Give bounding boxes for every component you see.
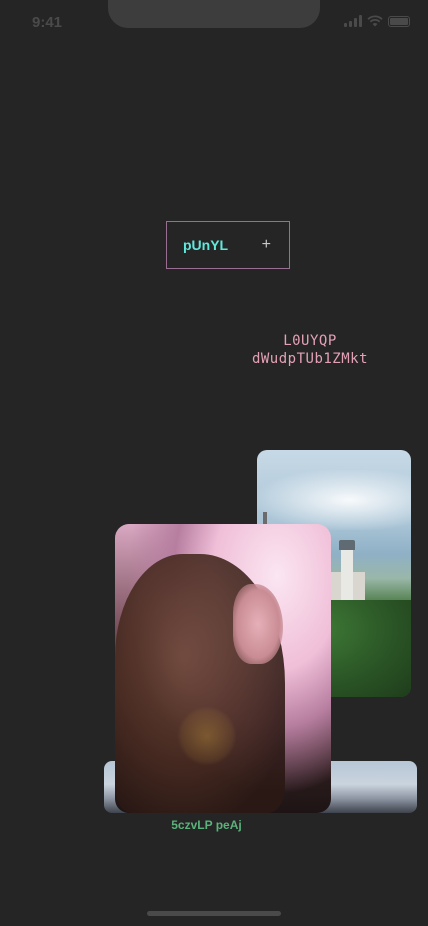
status-time: 9:41 bbox=[32, 14, 63, 31]
home-indicator[interactable] bbox=[147, 911, 281, 916]
notch bbox=[108, 0, 320, 28]
face bbox=[233, 584, 283, 664]
battery-icon bbox=[388, 16, 410, 27]
status-bar: 9:41 bbox=[0, 0, 428, 44]
lens-flare bbox=[177, 706, 237, 766]
info-text: L0UYQP dWudpTUb1ZMkt bbox=[222, 332, 398, 368]
status-icons bbox=[344, 15, 410, 27]
tag-chip[interactable]: pUnYL + bbox=[166, 221, 290, 269]
tag-label: pUnYL bbox=[183, 237, 229, 253]
info-text-line1: L0UYQP bbox=[283, 333, 337, 349]
clouds bbox=[257, 470, 411, 530]
signal-icon bbox=[344, 15, 362, 27]
castle-tower bbox=[339, 540, 355, 608]
wifi-icon bbox=[367, 15, 383, 27]
info-text-line2: dWudpTUb1ZMkt bbox=[251, 351, 369, 367]
portrait-photo[interactable] bbox=[115, 524, 331, 813]
plus-icon[interactable]: + bbox=[262, 237, 271, 253]
photo-caption: 5czvLP peAj bbox=[171, 818, 242, 832]
